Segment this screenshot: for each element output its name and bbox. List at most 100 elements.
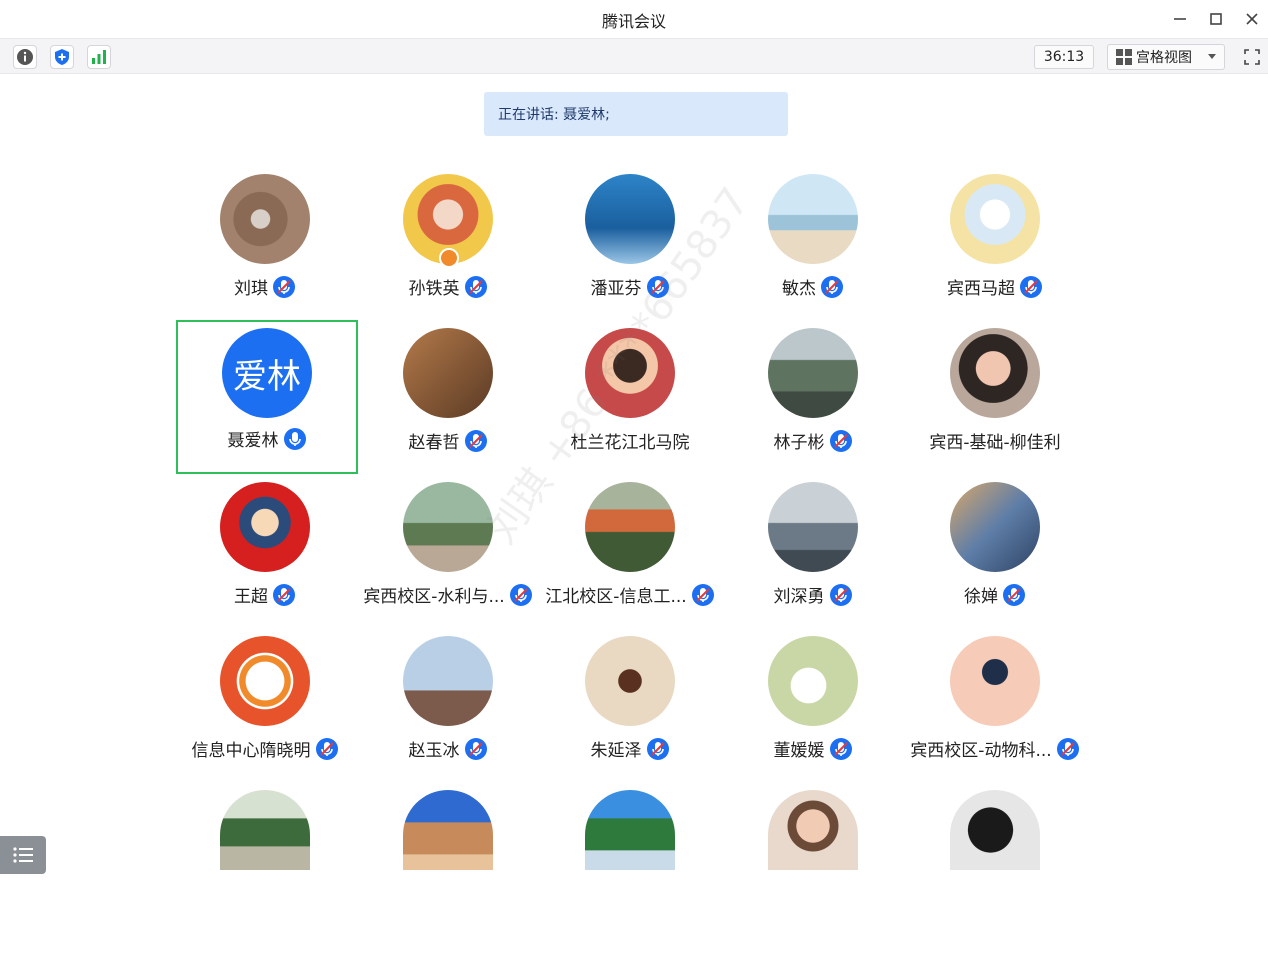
participant-tile[interactable]: 宾西校区-水利与... bbox=[357, 482, 539, 636]
grid-view-icon bbox=[1116, 49, 1132, 65]
microphone-muted-icon bbox=[1019, 275, 1043, 299]
participant-tile[interactable] bbox=[174, 790, 356, 870]
avatar bbox=[585, 636, 675, 726]
microphone-muted-icon bbox=[315, 737, 339, 761]
participant-tile[interactable] bbox=[722, 790, 904, 870]
participant-tile[interactable]: 赵玉冰 bbox=[357, 636, 539, 790]
participant-name: 刘深勇 bbox=[773, 587, 825, 607]
participant-name: 潘亚芬 bbox=[590, 279, 642, 299]
avatar bbox=[950, 790, 1040, 870]
avatar bbox=[403, 328, 493, 418]
avatar bbox=[768, 174, 858, 264]
participant-tile[interactable]: 杜兰花江北马院 bbox=[539, 328, 721, 482]
participant-name: 徐婵 bbox=[964, 587, 998, 607]
avatar bbox=[768, 482, 858, 572]
participant-name: 王超 bbox=[234, 587, 268, 607]
info-icon bbox=[17, 49, 33, 65]
avatar bbox=[950, 174, 1040, 264]
fullscreen-button[interactable] bbox=[1240, 45, 1264, 69]
participant-tile[interactable]: 林子彬 bbox=[722, 328, 904, 482]
avatar bbox=[950, 482, 1040, 572]
participant-name: 宾西-基础-柳佳利 bbox=[929, 433, 1061, 453]
participant-tile[interactable]: 宾西马超 bbox=[904, 174, 1086, 328]
fullscreen-icon bbox=[1244, 49, 1260, 65]
meeting-toolbar: 36:13 宫格视图 bbox=[0, 38, 1268, 74]
participant-name: 刘琪 bbox=[234, 279, 268, 299]
host-badge-icon bbox=[439, 248, 459, 268]
avatar bbox=[220, 636, 310, 726]
microphone-muted-icon bbox=[1056, 737, 1080, 761]
participant-tile[interactable]: 爱林聂爱林 bbox=[176, 320, 358, 474]
participant-tile[interactable]: 江北校区-信息工... bbox=[539, 482, 721, 636]
avatar bbox=[585, 174, 675, 264]
network-status-button[interactable] bbox=[87, 45, 111, 69]
participant-name: 林子彬 bbox=[773, 433, 825, 453]
participant-name: 董媛媛 bbox=[773, 741, 825, 761]
meeting-timer: 36:13 bbox=[1034, 45, 1094, 69]
microphone-muted-icon bbox=[1002, 583, 1026, 607]
participant-tile[interactable] bbox=[539, 790, 721, 870]
participant-tile[interactable]: 宾西-基础-柳佳利 bbox=[904, 328, 1086, 482]
participant-name-row: 宾西-基础-柳佳利 bbox=[884, 428, 1106, 453]
minimize-icon bbox=[1174, 18, 1186, 20]
participant-name: 聂爱林 bbox=[227, 431, 279, 451]
avatar bbox=[585, 482, 675, 572]
participant-name: 信息中心隋晓明 bbox=[191, 741, 311, 761]
avatar bbox=[220, 482, 310, 572]
avatar bbox=[950, 328, 1040, 418]
view-selector[interactable]: 宫格视图 bbox=[1107, 44, 1225, 70]
info-button[interactable] bbox=[13, 45, 37, 69]
participant-tile[interactable]: 宾西校区-动物科... bbox=[904, 636, 1086, 790]
avatar bbox=[220, 174, 310, 264]
participant-tile[interactable]: 刘琪 bbox=[174, 174, 356, 328]
participant-tile[interactable]: 刘深勇 bbox=[722, 482, 904, 636]
speaking-indicator: 正在讲话: 聂爱林; bbox=[484, 92, 788, 136]
microphone-muted-icon bbox=[464, 737, 488, 761]
microphone-muted-icon bbox=[829, 429, 853, 453]
participant-name: 朱延泽 bbox=[590, 741, 642, 761]
microphone-muted-icon bbox=[464, 429, 488, 453]
avatar bbox=[768, 636, 858, 726]
participant-tile[interactable]: 潘亚芬 bbox=[539, 174, 721, 328]
participant-tile[interactable]: 朱延泽 bbox=[539, 636, 721, 790]
shield-icon bbox=[55, 49, 69, 65]
microphone-muted-icon bbox=[829, 583, 853, 607]
microphone-muted-icon bbox=[646, 737, 670, 761]
participant-name: 赵春哲 bbox=[408, 433, 460, 453]
avatar bbox=[768, 328, 858, 418]
close-icon bbox=[1246, 13, 1258, 25]
participant-tile[interactable]: 徐婵 bbox=[904, 482, 1086, 636]
avatar bbox=[403, 790, 493, 870]
avatar bbox=[585, 328, 675, 418]
avatar bbox=[220, 790, 310, 870]
view-label: 宫格视图 bbox=[1136, 50, 1192, 66]
participant-name: 杜兰花江北马院 bbox=[570, 433, 690, 453]
maximize-icon bbox=[1210, 13, 1222, 25]
participant-tile[interactable]: 赵春哲 bbox=[357, 328, 539, 482]
microphone-muted-icon bbox=[272, 583, 296, 607]
participant-list-toggle[interactable] bbox=[0, 836, 46, 874]
participant-tile[interactable] bbox=[357, 790, 539, 870]
close-button[interactable] bbox=[1241, 8, 1263, 30]
avatar bbox=[768, 790, 858, 870]
signal-bars-icon bbox=[92, 50, 106, 64]
participant-tile[interactable]: 信息中心隋晓明 bbox=[174, 636, 356, 790]
participant-name-row: 徐婵 bbox=[884, 582, 1106, 607]
avatar: 爱林 bbox=[222, 328, 312, 418]
participant-tile[interactable]: 孙铁英 bbox=[357, 174, 539, 328]
security-button[interactable] bbox=[50, 45, 74, 69]
microphone-muted-icon bbox=[464, 275, 488, 299]
participant-tile[interactable] bbox=[904, 790, 1086, 870]
microphone-muted-icon bbox=[829, 737, 853, 761]
avatar bbox=[403, 482, 493, 572]
participant-tile[interactable]: 敏杰 bbox=[722, 174, 904, 328]
avatar-initials: 爱林 bbox=[222, 328, 312, 418]
avatar bbox=[950, 636, 1040, 726]
participant-tile[interactable]: 王超 bbox=[174, 482, 356, 636]
participant-name: 敏杰 bbox=[782, 279, 816, 299]
microphone-muted-icon bbox=[272, 275, 296, 299]
participant-name: 宾西马超 bbox=[947, 279, 1015, 299]
participant-tile[interactable]: 董媛媛 bbox=[722, 636, 904, 790]
maximize-button[interactable] bbox=[1205, 8, 1227, 30]
minimize-button[interactable] bbox=[1169, 8, 1191, 30]
